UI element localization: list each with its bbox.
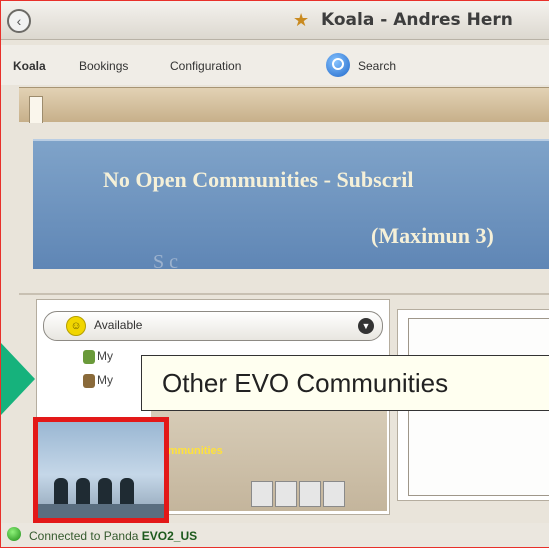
connected-icon [7, 527, 21, 541]
status-dropdown[interactable]: ☺ Available ▼ [43, 311, 383, 341]
divider [19, 293, 549, 295]
document-icon[interactable] [299, 481, 321, 507]
figure-shape [54, 478, 68, 504]
menu-bookings[interactable]: Bookings [79, 59, 128, 73]
status-selected: Available [94, 318, 143, 332]
connection-prefix: Connected to Panda [29, 529, 139, 543]
chevron-down-icon[interactable] [323, 481, 345, 507]
connection-status: Connected to Panda EVO2_US [1, 523, 549, 547]
koala-app-icon: ★ [293, 10, 310, 30]
communities-banner: No Open Communities - Subscril (Maximun … [33, 139, 549, 273]
tooltip-text: Other EVO Communities [162, 368, 449, 398]
community-bar: ommunities [151, 409, 387, 511]
app-window: ‹ ★ Koala - Andres Hern Koala Bookings C… [0, 0, 549, 548]
person-icon [83, 373, 95, 388]
figure-shape [76, 478, 90, 504]
users-icon[interactable] [275, 481, 297, 507]
window-title: Koala - Andres Hern [321, 10, 513, 30]
community-thumbnail[interactable] [33, 417, 169, 523]
menu-configuration[interactable]: Configuration [170, 59, 241, 73]
menu-bar: Koala Bookings Configuration Search [1, 45, 549, 85]
back-arrow-icon[interactable]: ‹ [7, 9, 31, 33]
server-name: EVO2_US [141, 529, 198, 543]
banner-line-2: (Maximun 3) [371, 223, 494, 248]
smiley-icon: ☺ [66, 316, 86, 336]
tooltip: Other EVO Communities [141, 355, 549, 411]
banner-line-1: No Open Communities - Subscril [103, 167, 414, 192]
tree-item-my-2[interactable]: My [83, 373, 113, 388]
menu-koala[interactable]: Koala [13, 59, 46, 73]
ground-shape [38, 504, 164, 518]
tab-handle[interactable] [29, 96, 43, 123]
figure-shape [120, 478, 134, 504]
magnifier-icon[interactable] [326, 53, 350, 77]
user-icon[interactable] [251, 481, 273, 507]
community-label: ommunities [161, 445, 223, 457]
figure-shape [98, 478, 112, 504]
chevron-down-icon[interactable]: ▼ [358, 318, 374, 334]
tab-strip [19, 87, 549, 123]
menu-search[interactable]: Search [358, 59, 396, 73]
tree-item-label: My [97, 349, 113, 363]
banner-faded-text: S c [153, 251, 178, 273]
pointer-arrow-icon [1, 343, 35, 415]
connection-text: Connected to Panda EVO2_US [29, 529, 197, 543]
title-bar: ‹ ★ Koala - Andres Hern [1, 1, 549, 40]
tree-item-my-1[interactable]: My [83, 349, 113, 364]
person-icon [83, 349, 95, 364]
tree-item-label: My [97, 373, 113, 387]
